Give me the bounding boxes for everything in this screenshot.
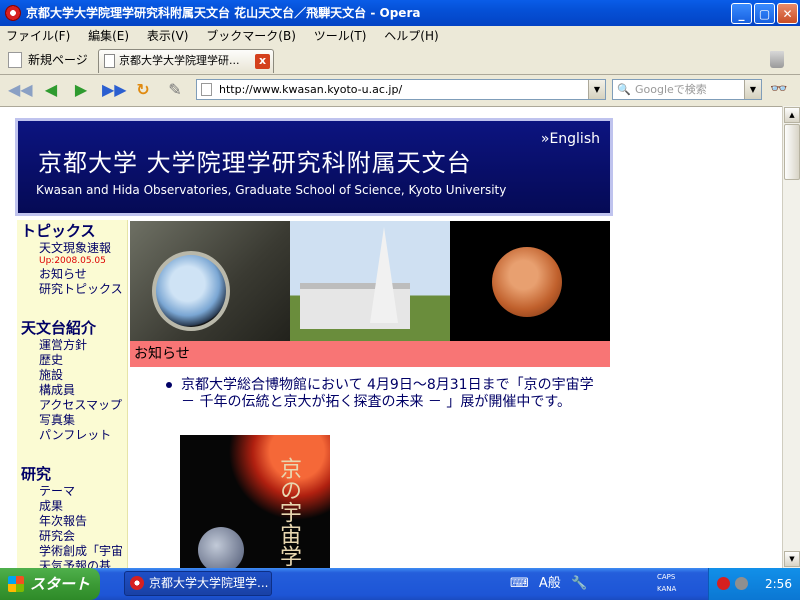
taskbar-item-label: 京都大学大学院理学...	[149, 576, 269, 590]
taskbar: スタート 京都大学大学院理学... ⌨ A般 🔧 CAPS KANA 2:56	[0, 568, 800, 600]
sidebar-item-astro-news[interactable]: 天文現象速報	[39, 241, 127, 256]
page-icon	[201, 83, 212, 96]
telescope-dome-photo	[130, 221, 290, 341]
sidebar-item-research-topics[interactable]: 研究トピックス	[39, 282, 127, 297]
system-tray: 2:56	[708, 568, 800, 600]
menu-file[interactable]: ファイル(F)	[6, 29, 70, 43]
address-input[interactable]: http://www.kwasan.kyoto-u.ac.jp/	[219, 80, 402, 99]
minimize-button[interactable]: _	[731, 3, 752, 24]
new-page-button[interactable]: 新規ページ	[6, 50, 88, 70]
banner-subtitle: Kwasan and Hida Observatories, Graduate …	[36, 183, 507, 197]
document-icon	[104, 54, 115, 68]
header-photos	[130, 221, 610, 341]
sidebar-item-pamphlet[interactable]: パンフレット	[39, 428, 127, 443]
sidebar-item-history[interactable]: 歴史	[39, 353, 127, 368]
notice-heading-bar: お知らせ	[130, 341, 610, 367]
sidebar-item-meetings[interactable]: 研究会	[39, 529, 127, 544]
sidebar-heading-topics: トピックス	[21, 222, 96, 240]
window-title: 京都大学大学院理学研究科附属天文台 花山天文台／飛騨天文台 - Opera	[26, 6, 421, 20]
sidebar-item-results[interactable]: 成果	[39, 499, 127, 514]
sidebar-heading-research: 研究	[21, 465, 52, 483]
kana-label: KANA	[657, 585, 677, 593]
search-input[interactable]	[635, 81, 743, 97]
site-banner: 京都大学 大学院理学研究科附属天文台 Kwasan and Hida Obser…	[15, 118, 613, 216]
menu-bookmarks[interactable]: ブックマーク(B)	[206, 29, 296, 43]
sidebar-updated-date: Up:2008.05.05	[39, 256, 106, 266]
fast-forward-icon[interactable]: ▶▶	[102, 80, 127, 100]
sidebar-item-policy[interactable]: 運営方針	[39, 338, 127, 353]
sidebar-item-themes[interactable]: テーマ	[39, 484, 127, 499]
sidebar: トピックス 天文現象速報 Up:2008.05.05 お知らせ 研究トピックス …	[17, 220, 128, 569]
search-box[interactable]: 🔍 ▼	[612, 79, 762, 100]
sidebar-item-photos[interactable]: 写真集	[39, 413, 127, 428]
sidebar-item-space-project[interactable]: 学術創成「宇宙	[39, 544, 127, 559]
start-label: スタート	[30, 575, 91, 593]
search-engine-dropdown-icon[interactable]: ▼	[744, 80, 761, 99]
back-icon[interactable]: ◀◀	[8, 80, 33, 100]
scroll-up-icon[interactable]: ▲	[784, 107, 800, 123]
sidebar-item-members[interactable]: 構成員	[39, 383, 127, 398]
page-viewport: 京都大学 大学院理学研究科附属天文台 Kwasan and Hida Obser…	[0, 106, 782, 569]
bullet-icon	[166, 382, 172, 388]
keyboard-icon[interactable]: ⌨	[510, 576, 529, 591]
ime-tool-icon[interactable]: 🔧	[571, 576, 587, 591]
sidebar-item-facilities[interactable]: 施設	[39, 368, 127, 383]
tab-close-icon[interactable]: x	[255, 54, 270, 69]
forward-icon[interactable]: ▶	[70, 80, 92, 100]
address-bar[interactable]: http://www.kwasan.kyoto-u.ac.jp/ ▼	[196, 79, 606, 100]
news-text[interactable]: 京都大学総合博物館において 4月9日～8月31日まで「京の宇宙学 － 千年の伝統…	[181, 377, 596, 411]
search-icon: 🔍	[617, 83, 631, 96]
window-titlebar[interactable]: 京都大学大学院理学研究科附属天文台 花山天文台／飛騨天文台 - Opera _ …	[0, 0, 800, 26]
poster-title: 京の宇宙学	[276, 457, 301, 567]
new-page-icon	[8, 52, 22, 68]
sidebar-item-access-map[interactable]: アクセスマップ	[39, 398, 127, 413]
maximize-button[interactable]: ▢	[754, 3, 775, 24]
security-tray-icon[interactable]	[717, 577, 730, 590]
windows-logo-icon	[8, 576, 24, 592]
back-arrow-icon[interactable]: ▶	[40, 80, 62, 100]
english-link[interactable]: »English	[541, 131, 600, 147]
vertical-scrollbar[interactable]: ▲ ▼	[782, 106, 800, 568]
sidebar-heading-about: 天文台紹介	[21, 319, 97, 337]
opera-app-icon[interactable]	[5, 5, 21, 21]
edit-icon[interactable]: ✎	[164, 80, 186, 100]
menu-edit[interactable]: 編集(E)	[88, 29, 129, 43]
menu-view[interactable]: 表示(V)	[147, 29, 189, 43]
caps-kana-indicator: CAPS KANA	[657, 571, 695, 597]
tab-active[interactable]: 京都大学大学院理学研... x	[98, 49, 274, 73]
menu-tools[interactable]: ツール(T)	[314, 29, 367, 43]
taskbar-item-opera[interactable]: 京都大学大学院理学...	[124, 571, 272, 596]
close-window-button[interactable]: ✕	[777, 3, 798, 24]
sidebar-item-notices[interactable]: お知らせ	[39, 267, 127, 282]
banner-title: 京都大学 大学院理学研究科附属天文台	[38, 149, 472, 177]
exhibition-poster-image[interactable]: 京の宇宙学	[180, 435, 330, 569]
sidebar-item-annual-report[interactable]: 年次報告	[39, 514, 127, 529]
trash-icon[interactable]	[770, 51, 784, 68]
volume-tray-icon[interactable]	[735, 577, 748, 590]
scrollbar-thumb[interactable]	[784, 124, 800, 180]
observatory-tower-photo	[290, 221, 450, 341]
reload-icon[interactable]: ↻	[132, 80, 154, 100]
start-button[interactable]: スタート	[0, 568, 100, 600]
address-dropdown-icon[interactable]: ▼	[588, 80, 605, 99]
menu-help[interactable]: ヘルプ(H)	[384, 29, 438, 43]
new-page-label: 新規ページ	[28, 53, 88, 67]
menu-bar: ファイル(F) 編集(E) 表示(V) ブックマーク(B) ツール(T) ヘルプ…	[0, 26, 800, 46]
ime-mode-label[interactable]: A般	[539, 576, 561, 591]
opera-task-icon	[130, 576, 144, 590]
mars-photo	[450, 221, 610, 341]
notice-heading: お知らせ	[134, 346, 190, 362]
tab-label: 京都大学大学院理学研...	[119, 54, 240, 67]
caps-label: CAPS	[657, 573, 676, 581]
tab-bar: 新規ページ 京都大学大学院理学研... x	[0, 46, 800, 75]
scroll-down-icon[interactable]: ▼	[784, 551, 800, 567]
navigation-toolbar: ◀◀ ▶ ▶ ▶▶ ↻ ✎ http://www.kwasan.kyoto-u.…	[0, 75, 800, 105]
zoom-glasses-icon[interactable]: 👓	[770, 81, 787, 97]
news-list-item: 京都大学総合博物館において 4月9日～8月31日まで「京の宇宙学 － 千年の伝統…	[166, 377, 596, 411]
clock: 2:56	[765, 577, 792, 591]
ime-toolbar[interactable]: ⌨ A般 🔧	[510, 574, 593, 594]
